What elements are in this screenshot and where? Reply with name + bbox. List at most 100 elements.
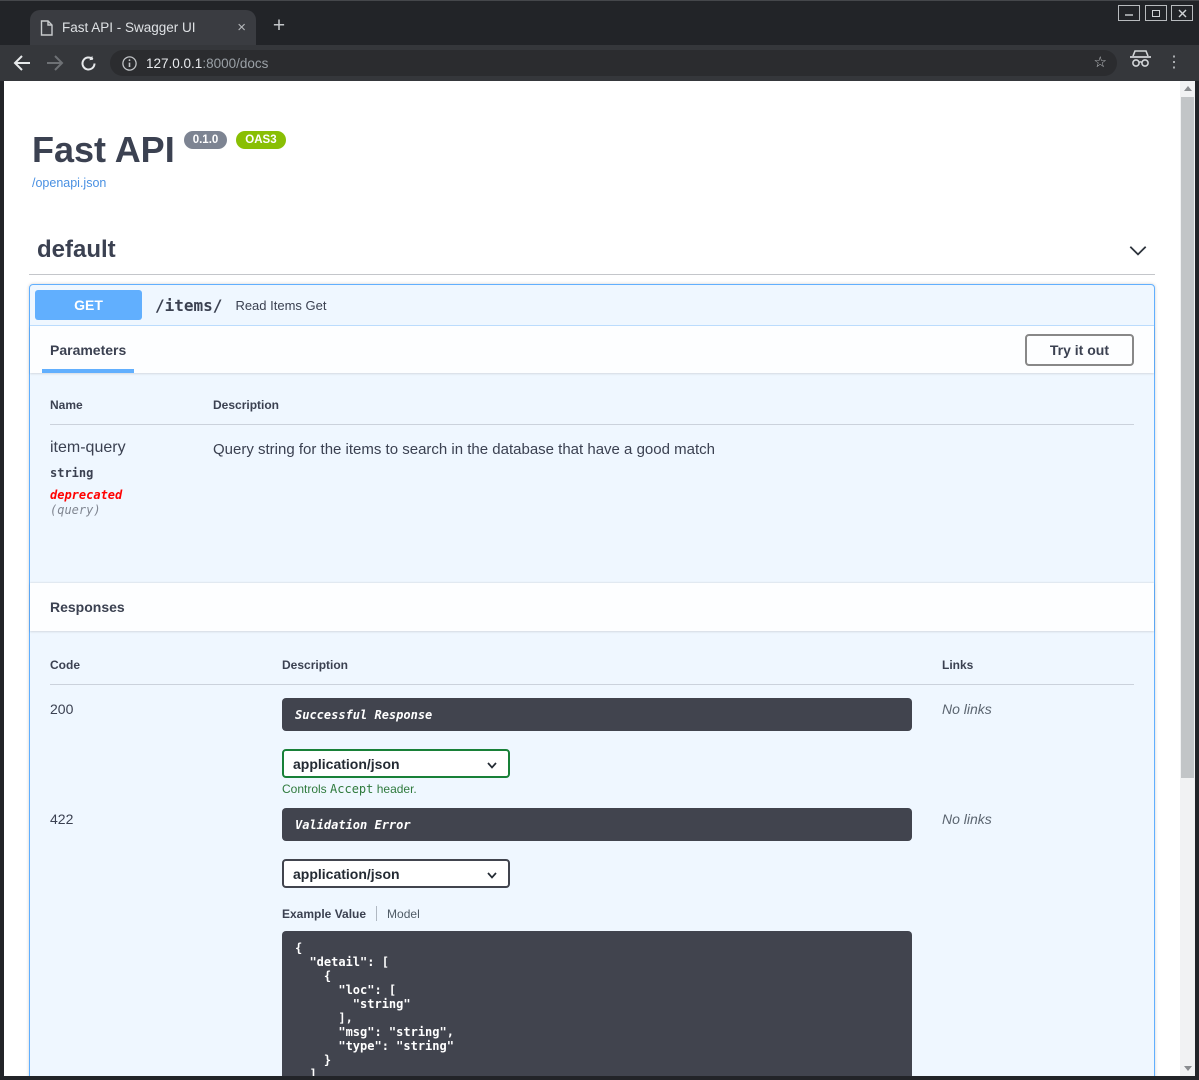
tab-model[interactable]: Model [387, 907, 420, 921]
responses-table-head: Code Description Links [50, 658, 1134, 685]
response-description-cell: Validation Error application/json Exampl… [282, 808, 942, 1076]
example-json-panel[interactable]: { "detail": [ { "loc": [ "string" ], "ms… [282, 931, 912, 1076]
response-description-panel: Successful Response [282, 698, 912, 731]
browser-menu-button[interactable]: ⋮ [1166, 52, 1182, 72]
example-model-tabs: Example Value Model [282, 906, 942, 921]
accept-note-suffix: header. [373, 782, 417, 796]
incognito-icon [1130, 50, 1151, 67]
example-json-code: { "detail": [ { "loc": [ "string" ], "ms… [295, 941, 454, 1076]
version-badge: 0.1.0 [183, 131, 228, 149]
tab-example-value[interactable]: Example Value [282, 907, 366, 921]
url-text: 127.0.0.1:8000/docs [146, 56, 268, 71]
response-links: No links [942, 811, 992, 827]
col-header-description: Description [213, 398, 1134, 425]
response-code: 200 [50, 701, 74, 717]
chevron-down-icon[interactable] [1127, 239, 1149, 261]
parameter-location: (query) [50, 503, 101, 517]
api-title: Fast API [32, 129, 175, 170]
bookmark-star-icon[interactable]: ☆ [1094, 53, 1107, 71]
scrollbar-down-arrow[interactable] [1180, 1061, 1195, 1076]
parameter-type: string [50, 466, 94, 480]
scrollbar-up-arrow[interactable] [1180, 81, 1195, 96]
api-title-row: Fast API 0.1.0 OAS3 [32, 129, 1155, 171]
select-chevron-icon [487, 872, 497, 879]
response-links: No links [942, 701, 992, 717]
media-type-select-200[interactable]: application/json [282, 749, 510, 778]
browser-window: Fast API - Swagger UI × + 127.0.0.1:8000… [0, 0, 1199, 1080]
reload-button[interactable] [77, 52, 99, 74]
reload-icon [81, 55, 95, 70]
responses-table: Code Description Links 200 Successful Re… [30, 631, 1154, 1076]
tab-divider [376, 906, 378, 921]
response-description-panel: Validation Error [282, 808, 912, 841]
url-bar[interactable]: 127.0.0.1:8000/docs ☆ [110, 50, 1117, 76]
http-method-badge: GET [35, 290, 142, 320]
col-header-links: Links [942, 658, 1134, 685]
response-row-200: 200 Successful Response application/json [50, 685, 1134, 796]
incognito-button[interactable] [1128, 49, 1153, 74]
up-triangle-icon [1183, 86, 1192, 91]
media-type-value: application/json [293, 755, 400, 772]
responses-header: Responses [30, 583, 1154, 631]
oas3-badge: OAS3 [236, 131, 286, 149]
col-header-description: Description [282, 658, 942, 685]
response-description-cell: Successful Response application/json Con… [282, 698, 942, 796]
site-info-icon[interactable] [122, 55, 137, 71]
page-scrollbar[interactable] [1180, 81, 1195, 1076]
new-tab-button[interactable]: + [264, 11, 294, 41]
close-icon [1178, 9, 1186, 17]
response-row-422: 422 Validation Error application/json Ex… [50, 796, 1134, 1076]
parameters-header: Parameters Try it out [30, 326, 1154, 373]
down-triangle-icon [1183, 1066, 1192, 1071]
accept-note-mono: Accept [330, 782, 374, 796]
operation-path: /items/ [155, 295, 223, 315]
window-minimize-button[interactable] [1118, 5, 1140, 21]
parameters-table-head: Name Description [50, 398, 1134, 425]
browser-tab[interactable]: Fast API - Swagger UI × [30, 10, 256, 45]
openapi-spec-link[interactable]: /openapi.json [32, 176, 106, 190]
operation-summary-text: Read Items Get [235, 297, 327, 313]
page-favicon-icon [40, 19, 53, 36]
back-button[interactable] [11, 52, 33, 74]
media-type-value: application/json [293, 865, 400, 882]
window-close-button[interactable] [1171, 5, 1193, 21]
accept-header-note: Controls Accept header. [282, 782, 942, 796]
parameter-row: item-query string deprecated (query) Que… [50, 425, 1134, 517]
parameters-title: Parameters [50, 341, 127, 358]
minimize-icon [1125, 14, 1133, 16]
parameters-table: Name Description item-query string depre… [30, 373, 1154, 583]
operation-block-get-items: GET /items/ Read Items Get Parameters Tr… [29, 284, 1155, 1076]
col-header-name: Name [50, 398, 213, 425]
tab-close-icon[interactable]: × [237, 19, 246, 36]
select-chevron-icon [487, 762, 497, 769]
response-description-text: Successful Response [295, 707, 433, 722]
response-code: 422 [50, 811, 74, 827]
back-arrow-icon [13, 55, 30, 71]
swagger-ui: Fast API 0.1.0 OAS3 /openapi.json defaul… [4, 129, 1180, 1076]
url-host: 127.0.0.1 [146, 55, 203, 71]
tag-name: default [37, 236, 116, 263]
url-path: :8000/docs [202, 55, 269, 71]
tab-strip: Fast API - Swagger UI × + [0, 1, 1199, 45]
forward-button[interactable] [44, 52, 66, 74]
try-it-out-button[interactable]: Try it out [1024, 333, 1134, 366]
parameter-description: Query string for the items to search in … [213, 441, 715, 458]
parameter-name-cell: item-query string deprecated (query) [50, 439, 213, 517]
window-maximize-button[interactable] [1145, 5, 1167, 21]
media-type-select-422[interactable]: application/json [282, 859, 510, 888]
tag-section-header[interactable]: default [29, 236, 1155, 275]
accept-note-prefix: Controls [282, 782, 331, 796]
operation-summary[interactable]: GET /items/ Read Items Get [30, 285, 1154, 326]
response-description-text: Validation Error [295, 817, 411, 832]
tab-parameters[interactable]: Parameters [42, 326, 135, 373]
col-header-code: Code [50, 658, 282, 685]
tab-title: Fast API - Swagger UI [62, 20, 196, 35]
page-viewport: Fast API 0.1.0 OAS3 /openapi.json defaul… [4, 81, 1180, 1076]
parameter-deprecated-flag: deprecated [50, 488, 123, 502]
forward-arrow-icon [47, 55, 64, 71]
scrollbar-thumb[interactable] [1181, 97, 1194, 778]
maximize-icon [1152, 9, 1160, 17]
api-info: Fast API 0.1.0 OAS3 /openapi.json [32, 129, 1155, 192]
responses-title: Responses [50, 599, 125, 615]
parameter-name: item-query [50, 439, 126, 456]
